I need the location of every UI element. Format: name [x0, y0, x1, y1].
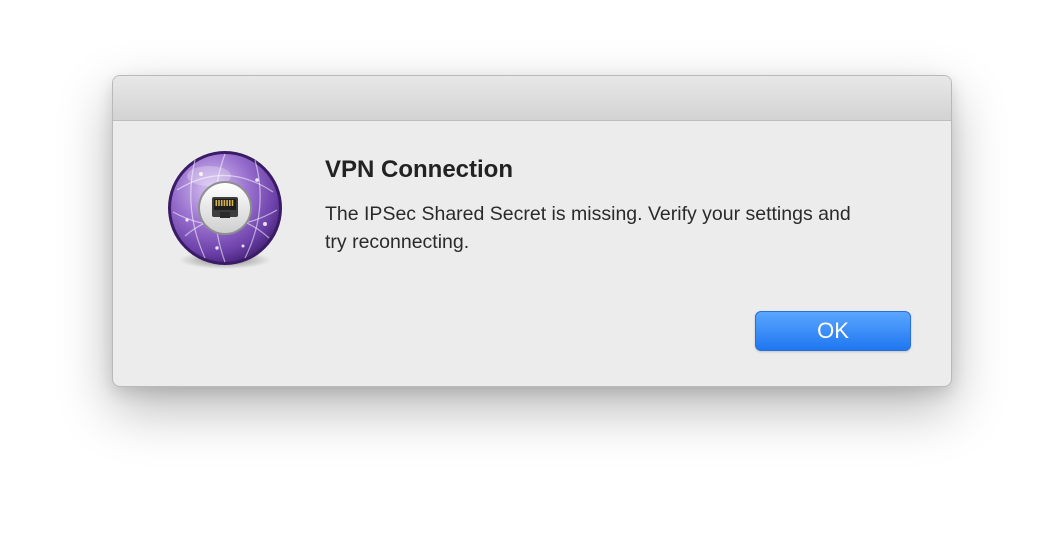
dialog-message: The IPSec Shared Secret is missing. Veri…	[325, 203, 851, 253]
vpn-network-globe-icon	[165, 150, 285, 272]
vpn-alert-dialog: VPN Connection The IPSec Shared Secret i…	[112, 75, 952, 387]
dialog-title: VPN Connection	[325, 156, 514, 183]
ok-button[interactable]: OK	[755, 311, 911, 351]
screen: VPN Connection The IPSec Shared Secret i…	[0, 0, 1064, 536]
dialog-titlebar[interactable]	[113, 76, 951, 121]
